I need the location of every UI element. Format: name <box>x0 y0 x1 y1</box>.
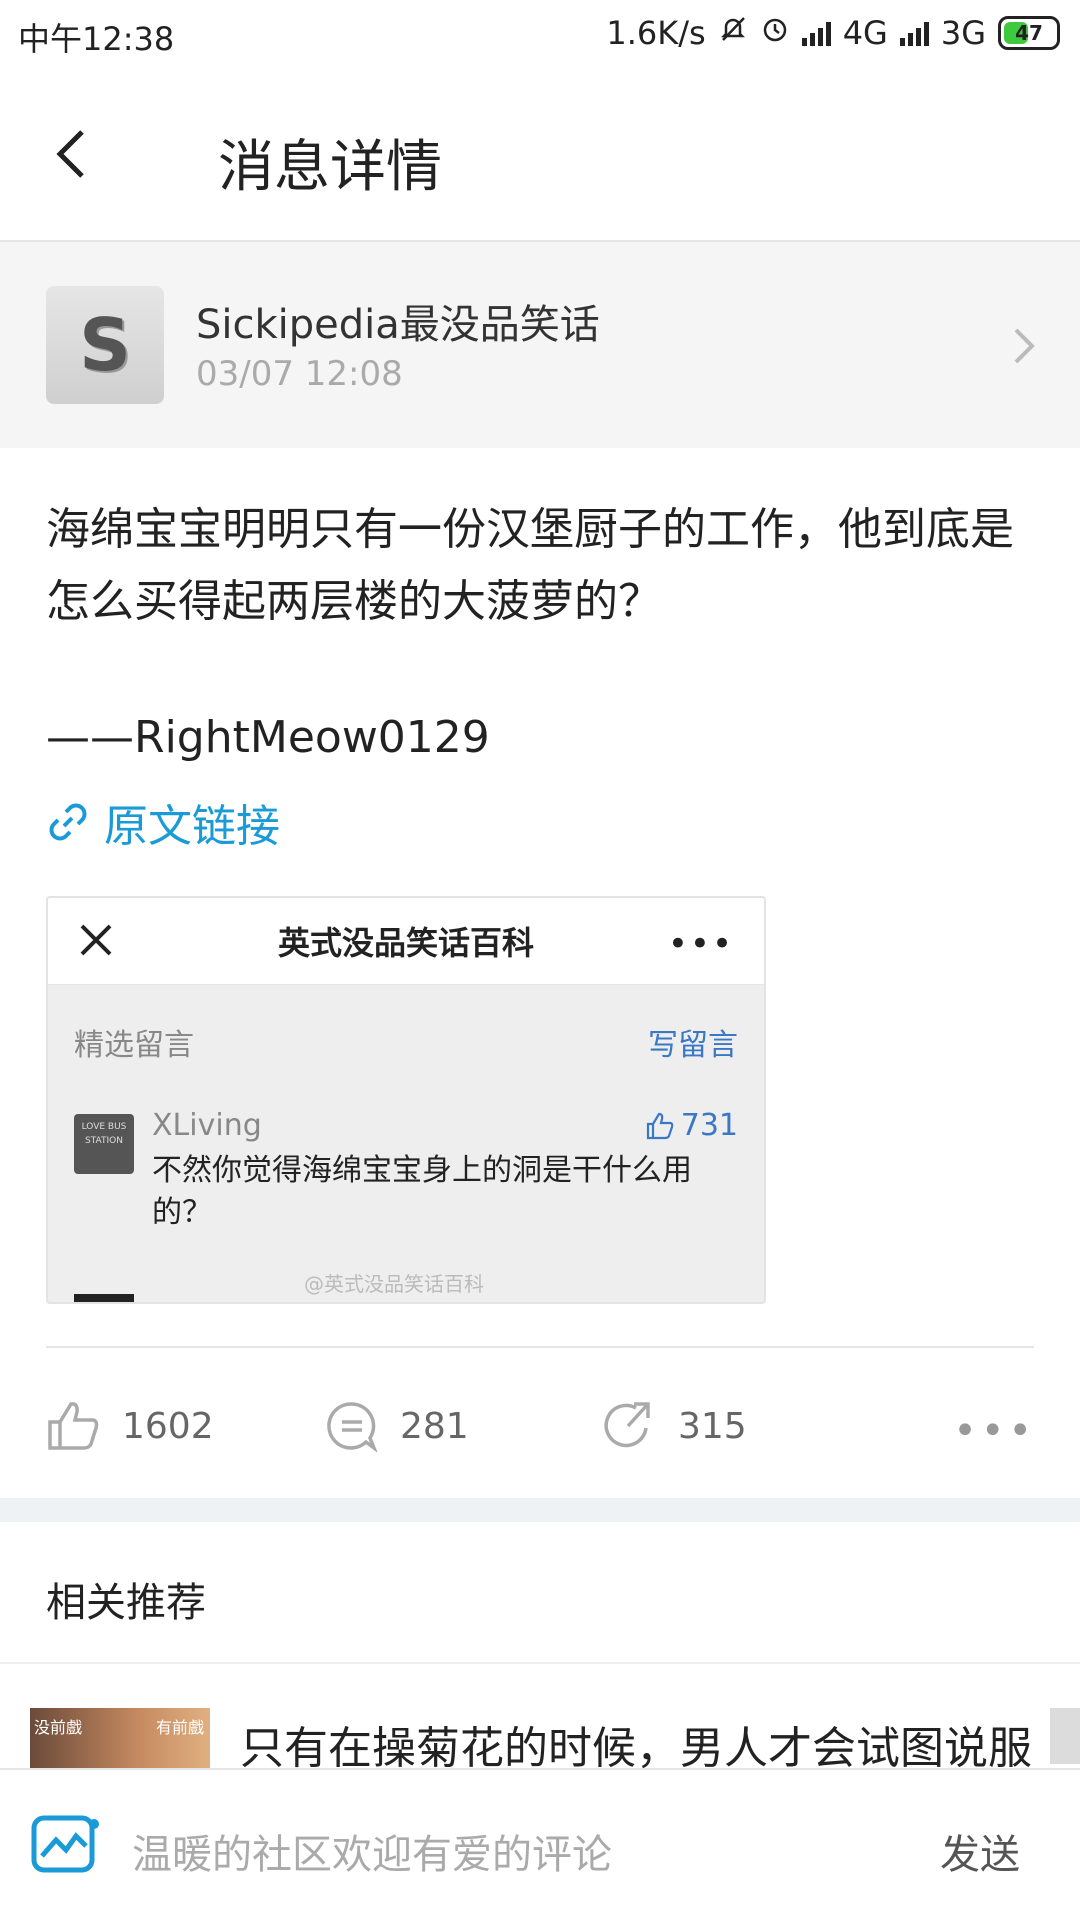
send-button[interactable]: 发送 <box>940 1822 1020 1880</box>
card-selected-label: 精选留言 <box>74 1028 194 1063</box>
comment-count: 281 <box>400 1405 469 1447</box>
more-dots-icon: ••• <box>667 924 734 964</box>
status-icons: 1.6K/s 4G 3G 47 <box>606 14 1060 52</box>
scrollbar[interactable] <box>1050 1708 1080 1764</box>
related-divider <box>0 1662 1080 1664</box>
card-write-label: 写留言 <box>648 1028 738 1063</box>
share-icon <box>604 1402 650 1448</box>
source-row[interactable]: S Sickipedia最没品笑话 03/07 12:08 <box>0 242 1080 448</box>
share-button[interactable]: 315 <box>602 1400 747 1452</box>
more-options-icon[interactable]: ••• <box>953 1408 1036 1454</box>
comment-bar: 温暖的社区欢迎有爱的评论 发送 <box>0 1768 1080 1922</box>
alarm-icon <box>760 14 790 52</box>
related-thumbnail[interactable]: 没前戲 有前戲 <box>30 1708 210 1768</box>
status-time: 中午12:38 <box>18 20 175 58</box>
next-comment-avatar <box>74 1294 134 1302</box>
network-speed: 1.6K/s <box>606 14 706 52</box>
page-title: 消息详情 <box>218 135 442 200</box>
like-count: 1602 <box>122 1405 214 1447</box>
battery-icon: 47 <box>998 16 1060 50</box>
back-button[interactable] <box>46 124 106 184</box>
comment-text: 不然你觉得海绵宝宝身上的洞是干什么用的？ <box>152 1153 692 1230</box>
battery-level: 47 <box>1015 21 1043 45</box>
like-button[interactable]: 1602 <box>46 1400 214 1452</box>
source-time: 03/07 12:08 <box>196 354 403 394</box>
card-header: 英式没品笑话百科 ••• <box>48 898 764 985</box>
source-avatar-letter: S <box>79 303 131 387</box>
network-type-1: 4G <box>842 14 888 52</box>
action-bar: 1602 281 315 ••• <box>0 1390 1080 1470</box>
thumb-label-right: 有前戲 <box>155 1718 204 1737</box>
back-arrow-icon <box>56 130 84 178</box>
related-item-title[interactable]: 只有在操菊花的时候，男人才会试图说服 <box>240 1712 1032 1776</box>
watermark: @英式没品笑话百科 <box>304 1272 484 1296</box>
image-icon[interactable] <box>30 1814 102 1878</box>
signal-icon-2 <box>899 20 929 46</box>
card-title: 英式没品笑话百科 <box>277 924 534 962</box>
related-title: 相关推荐 <box>46 1580 206 1626</box>
thumbs-up-icon <box>646 1112 674 1139</box>
comment-button[interactable]: 281 <box>324 1400 469 1452</box>
post-author: ——RightMeow0129 <box>46 712 490 763</box>
original-link[interactable]: 原文链接 <box>46 790 280 854</box>
comment-user: XLiving <box>152 1108 262 1143</box>
thumbs-up-icon <box>48 1402 99 1450</box>
mute-icon <box>718 14 748 52</box>
signal-icon <box>801 20 831 46</box>
source-avatar[interactable]: S <box>46 286 164 404</box>
comment-like: 731 <box>645 1108 738 1143</box>
comment-input[interactable]: 温暖的社区欢迎有爱的评论 <box>132 1822 612 1880</box>
link-icon <box>49 803 87 841</box>
comment-icon <box>327 1402 378 1452</box>
share-count: 315 <box>678 1405 747 1447</box>
comment-avatar: LOVE BUS STATION <box>74 1114 134 1174</box>
post-text: 海绵宝宝明明只有一份汉堡厨子的工作，他到底是怎么买得起两层楼的大菠萝的？ <box>46 504 1014 627</box>
comment-likes: 731 <box>680 1108 738 1143</box>
header: 消息详情 <box>0 72 1080 242</box>
thumb-label-left: 没前戲 <box>34 1718 83 1737</box>
embedded-image[interactable]: 英式没品笑话百科 ••• 精选留言 写留言 LOVE BUS STATION X… <box>46 896 766 1304</box>
original-link-label: 原文链接 <box>104 801 280 852</box>
status-bar: 中午12:38 1.6K/s 4G 3G 47 <box>0 0 1080 72</box>
section-gap <box>0 1498 1080 1522</box>
source-name: Sickipedia最没品笑话 <box>196 302 600 348</box>
chevron-right-icon <box>1008 324 1040 368</box>
network-type-2: 3G <box>940 14 986 52</box>
divider <box>46 1346 1034 1348</box>
